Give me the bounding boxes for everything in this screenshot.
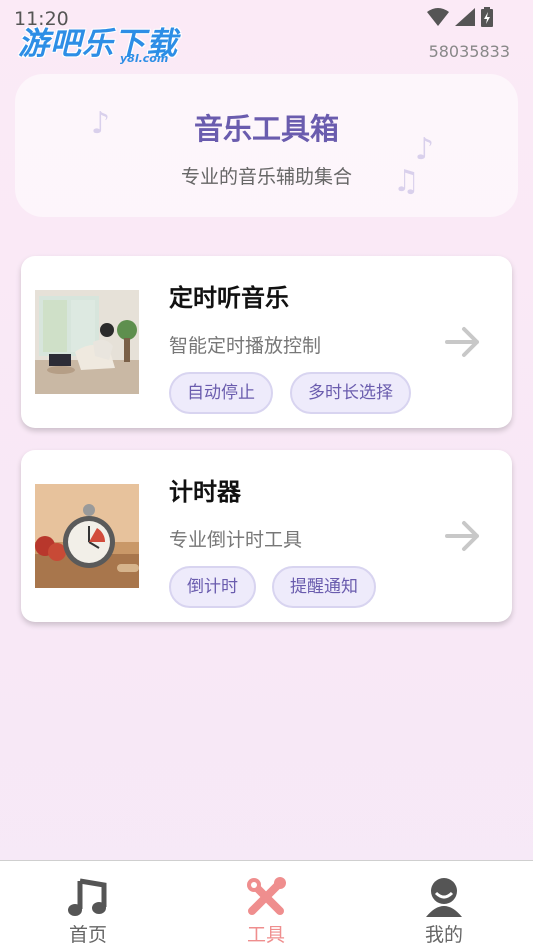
tag-countdown: 倒计时 [169, 566, 256, 608]
profile-icon [426, 878, 462, 917]
nav-profile[interactable]: 我的 [404, 875, 484, 947]
timer-card[interactable]: 计时器 专业倒计时工具 倒计时 提醒通知 [21, 450, 512, 622]
timed-music-thumbnail [35, 290, 139, 394]
tools-icon [247, 877, 286, 915]
nav-tools[interactable]: 工具 [226, 875, 306, 947]
music-note-icon [68, 878, 107, 916]
arrow-right-icon[interactable] [444, 518, 482, 554]
nav-label: 工具 [246, 924, 285, 946]
card-description: 专业倒计时工具 [169, 529, 303, 551]
header-card: ♪ ♪ ♫ 音乐工具箱 专业的音乐辅助集合 [15, 74, 518, 217]
status-icons [427, 6, 493, 28]
bottom-nav: 首页 工具 我的 [0, 860, 533, 948]
card-title: 定时听音乐 [169, 284, 289, 312]
tag-reminder: 提醒通知 [272, 566, 376, 608]
card-description: 智能定时播放控制 [169, 335, 322, 357]
arrow-right-icon[interactable] [444, 324, 482, 360]
page-subtitle: 专业的音乐辅助集合 [180, 166, 352, 188]
timed-music-card[interactable]: 定时听音乐 智能定时播放控制 自动停止 多时长选择 [21, 256, 512, 428]
watermark-sub: y8l.com [120, 52, 169, 65]
timer-thumbnail [35, 484, 139, 588]
battery-icon [481, 7, 493, 27]
card-title: 计时器 [169, 478, 241, 506]
nav-label: 首页 [68, 924, 107, 946]
nav-label: 我的 [424, 924, 463, 946]
device-id: 58035833 [428, 42, 510, 61]
page-title: 音乐工具箱 [193, 112, 339, 146]
tag-multi-duration: 多时长选择 [290, 372, 411, 414]
tag-auto-stop: 自动停止 [169, 372, 273, 414]
nav-home[interactable]: 首页 [48, 875, 128, 947]
wifi-icon [427, 8, 449, 26]
signal-icon [455, 8, 475, 26]
